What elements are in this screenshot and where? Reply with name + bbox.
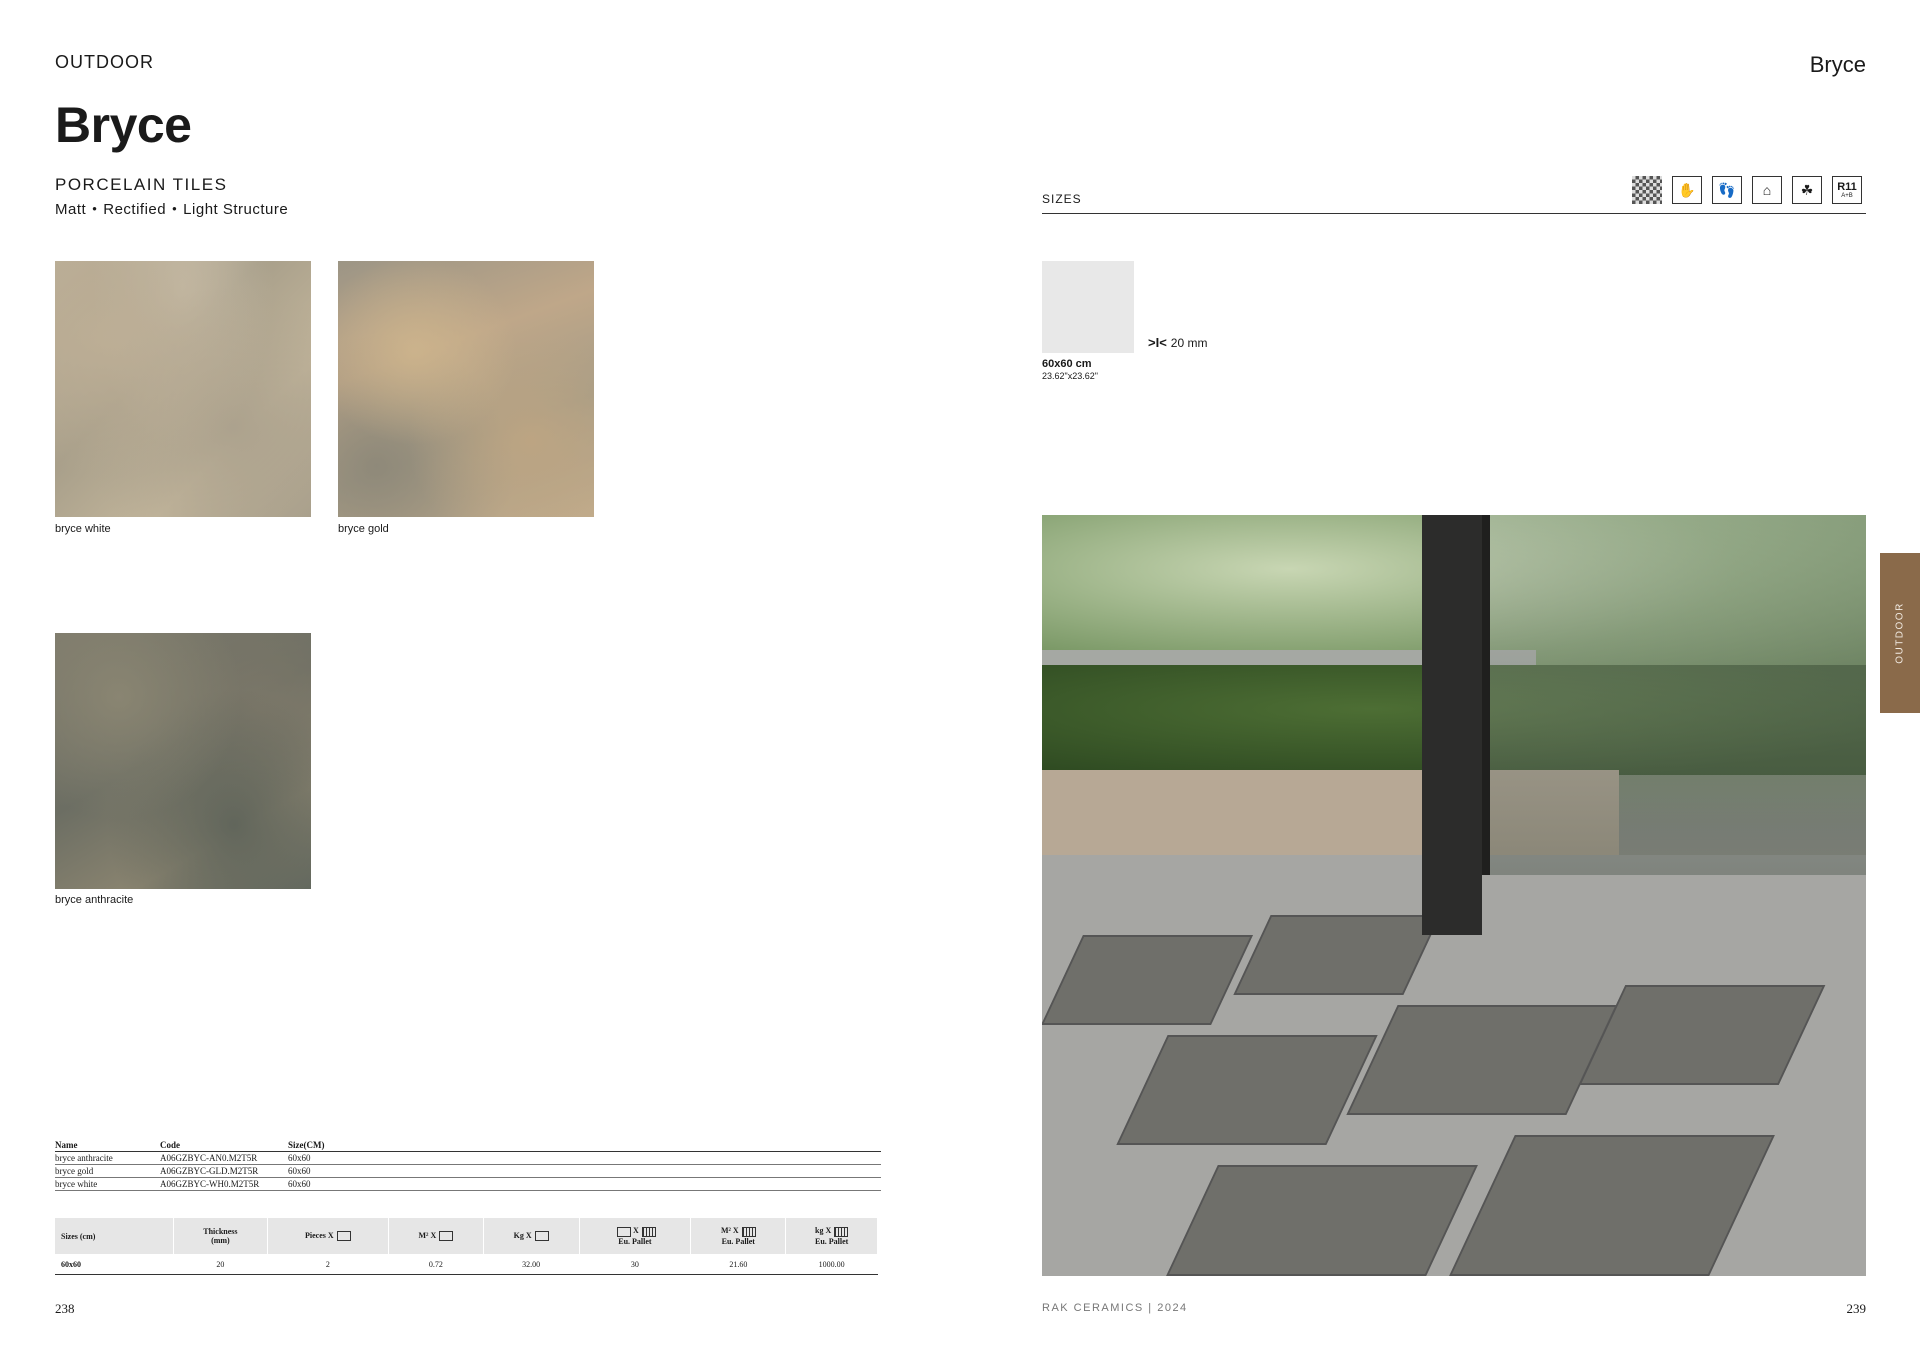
color-variation-icon bbox=[1632, 176, 1662, 204]
cell: 20 bbox=[173, 1254, 268, 1275]
thickness-value: 20 mm bbox=[1170, 335, 1208, 350]
running-header: Bryce bbox=[1809, 52, 1866, 77]
swatch-caption: bryce gold bbox=[338, 523, 389, 535]
cell: 1000.00 bbox=[785, 1254, 878, 1275]
table-header-row: Sizes (cm) Thickness (mm) Pieces X M² X K… bbox=[55, 1218, 878, 1254]
cell: bryce white bbox=[55, 1177, 160, 1191]
sizes-label: SIZES bbox=[1042, 192, 1082, 206]
finish-item: Matt bbox=[55, 201, 87, 218]
box-icon bbox=[617, 1226, 632, 1237]
cell: 0.72 bbox=[388, 1254, 484, 1275]
side-tab-label: OUTDOOR bbox=[1894, 602, 1906, 664]
product-type: PORCELAIN TILES bbox=[55, 175, 228, 194]
cell: 2 bbox=[267, 1254, 389, 1275]
cell: 60x60 bbox=[288, 1151, 881, 1165]
column-header: Pieces X bbox=[267, 1218, 389, 1254]
column-header: Name bbox=[55, 1139, 160, 1152]
cell: 60x60 bbox=[55, 1254, 174, 1275]
pallet-icon bbox=[741, 1226, 756, 1237]
table-row: 60x60 20 2 0.72 32.00 30 21.60 1000.00 bbox=[55, 1254, 878, 1275]
cell: A06GZBYC-WH0.M2T5R bbox=[160, 1177, 288, 1191]
column-header: Sizes (cm) bbox=[55, 1218, 174, 1254]
cell: 60x60 bbox=[288, 1177, 881, 1191]
table-row: bryce gold A06GZBYC-GLD.M2T5R 60x60 bbox=[55, 1164, 881, 1178]
finish-list: Matt • Rectified • Light Structure bbox=[55, 201, 288, 218]
cell: 32.00 bbox=[483, 1254, 579, 1275]
hand-icon: ✋ bbox=[1672, 176, 1702, 204]
table-header-row: Name Code Size(CM) bbox=[55, 1139, 881, 1152]
cell: bryce gold bbox=[55, 1164, 160, 1178]
section-label: OUTDOOR bbox=[55, 52, 154, 72]
outdoor-icon: ☘ bbox=[1792, 176, 1822, 204]
finish-item: Light Structure bbox=[183, 201, 289, 218]
column-header: Code bbox=[160, 1139, 288, 1152]
r11-icon: R11 A+B bbox=[1832, 176, 1862, 204]
size-name: 60x60 cm bbox=[1042, 358, 1092, 370]
swatch-caption: bryce anthracite bbox=[55, 894, 134, 906]
column-header: X Eu. Pallet bbox=[579, 1218, 692, 1254]
column-header: kg X Eu. Pallet bbox=[785, 1218, 878, 1254]
product-codes-table: Name Code Size(CM) bryce anthracite A06G… bbox=[55, 1139, 881, 1191]
size-inches: 23.62"x23.62" bbox=[1042, 371, 1098, 381]
cell: A06GZBYC-GLD.M2T5R bbox=[160, 1164, 288, 1178]
column-header: M² X bbox=[388, 1218, 484, 1254]
ambience-photo bbox=[1042, 515, 1866, 1276]
box-icon bbox=[336, 1231, 351, 1242]
pallet-icon bbox=[834, 1226, 849, 1237]
column-header: Kg X bbox=[483, 1218, 580, 1254]
cell: A06GZBYC-AN0.M2T5R bbox=[160, 1151, 288, 1165]
column-header: Size(CM) bbox=[288, 1139, 881, 1152]
box-icon bbox=[534, 1231, 549, 1242]
page-number-left: 238 bbox=[55, 1301, 75, 1316]
table-row: bryce white A06GZBYC-WH0.M2T5R 60x60 bbox=[55, 1177, 881, 1191]
house-icon: ⌂ bbox=[1752, 176, 1782, 204]
column-header: M² X Eu. Pallet bbox=[690, 1218, 787, 1254]
finish-item: Rectified bbox=[103, 201, 167, 218]
page-number-right: 239 bbox=[1846, 1301, 1867, 1316]
cell: 21.60 bbox=[690, 1254, 786, 1275]
footer-brand: RAK CERAMICS | 2024 bbox=[1042, 1302, 1188, 1314]
page-title: Bryce bbox=[55, 97, 192, 153]
separator: • bbox=[92, 201, 98, 216]
packaging-table: Sizes (cm) Thickness (mm) Pieces X M² X K… bbox=[55, 1218, 878, 1275]
box-icon bbox=[439, 1231, 454, 1242]
swatch-bryce-anthracite bbox=[55, 633, 311, 889]
cell: 30 bbox=[579, 1254, 691, 1275]
separator: • bbox=[172, 201, 178, 216]
table-row: bryce anthracite A06GZBYC-AN0.M2T5R 60x6… bbox=[55, 1151, 881, 1165]
swatch-bryce-gold bbox=[338, 261, 594, 517]
footprints-icon: 👣 bbox=[1712, 176, 1742, 204]
thickness-icon: >I< bbox=[1148, 335, 1167, 350]
swatch-bryce-white bbox=[55, 261, 311, 517]
swatch-caption: bryce white bbox=[55, 523, 111, 535]
cell: bryce anthracite bbox=[55, 1151, 160, 1165]
size-preview bbox=[1042, 261, 1134, 353]
pallet-icon bbox=[641, 1226, 656, 1237]
side-tab: OUTDOOR bbox=[1880, 553, 1920, 713]
cell: 60x60 bbox=[288, 1164, 881, 1178]
divider bbox=[1042, 213, 1866, 214]
feature-icons: ✋ 👣 ⌂ ☘ R11 A+B bbox=[1632, 176, 1862, 204]
thickness: >I< 20 mm bbox=[1148, 335, 1207, 350]
column-header: Thickness (mm) bbox=[173, 1218, 268, 1254]
